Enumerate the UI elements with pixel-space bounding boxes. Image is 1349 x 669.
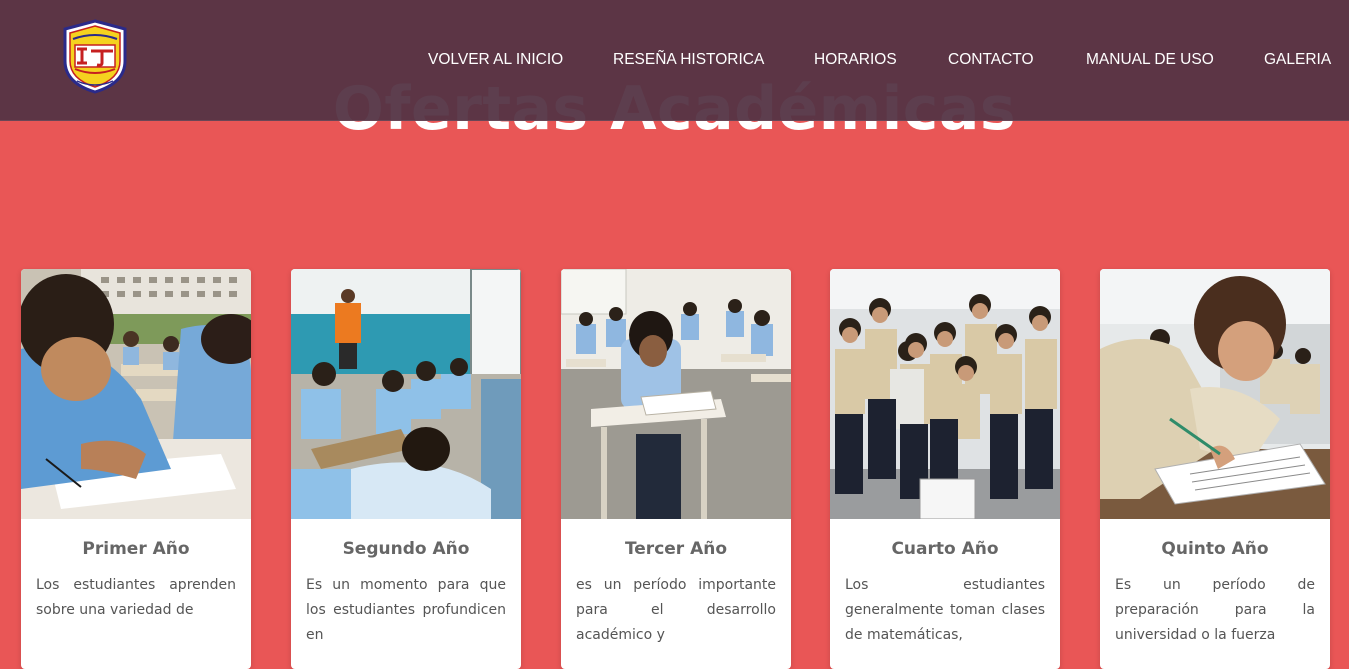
card-description: Es un momento para que los estudiantes p… <box>306 577 506 643</box>
nav-volver-al-inicio[interactable]: VOLVER AL INICIO <box>428 51 563 69</box>
card-description: Los estudiantes generalmente toman clase… <box>845 577 1045 643</box>
card-description: es un período importante para el desarro… <box>576 577 776 643</box>
student-desk-exam-photo <box>561 269 791 519</box>
card-tercer-ano[interactable]: Tercer Año es un período importante para… <box>561 269 791 669</box>
nav-galeria[interactable]: GALERIA <box>1264 51 1331 69</box>
student-answer-sheet-photo <box>1100 269 1330 519</box>
card-description: Los estudiantes aprenden sobre una varie… <box>36 577 236 618</box>
students-writing-classroom-photo <box>21 269 251 519</box>
card-quinto-ano[interactable]: Quinto Año Es un período de preparación … <box>1100 269 1330 669</box>
card-segundo-ano[interactable]: Segundo Año Es un momento para que los e… <box>291 269 521 669</box>
nav-manual-de-uso[interactable]: MANUAL DE USO <box>1086 51 1214 69</box>
card-title: Primer Año <box>82 539 190 559</box>
nav-resena-historica[interactable]: RESEÑA HISTORICA <box>613 51 764 69</box>
card-description: Es un período de preparación para la uni… <box>1115 577 1315 643</box>
card-title: Quinto Año <box>1161 539 1269 559</box>
group-of-students-photo <box>830 269 1060 519</box>
nav-horarios[interactable]: HORARIOS <box>814 51 897 69</box>
nav-contacto[interactable]: CONTACTO <box>948 51 1034 69</box>
classroom-teacher-students-photo <box>291 269 521 519</box>
main-nav: VOLVER AL INICIO RESEÑA HISTORICA HORARI… <box>0 51 1349 71</box>
card-title: Tercer Año <box>624 539 728 559</box>
card-cuarto-ano[interactable]: Cuarto Año Los estudiantes generalmente … <box>830 269 1060 669</box>
navbar: VOLVER AL INICIO RESEÑA HISTORICA HORARI… <box>0 0 1349 121</box>
card-title: Cuarto Año <box>891 539 999 559</box>
card-primer-ano[interactable]: Primer Año Los estudiantes aprenden sobr… <box>21 269 251 669</box>
card-title: Segundo Año <box>342 539 470 559</box>
academic-offers-grid: Primer Año Los estudiantes aprenden sobr… <box>0 269 1349 669</box>
